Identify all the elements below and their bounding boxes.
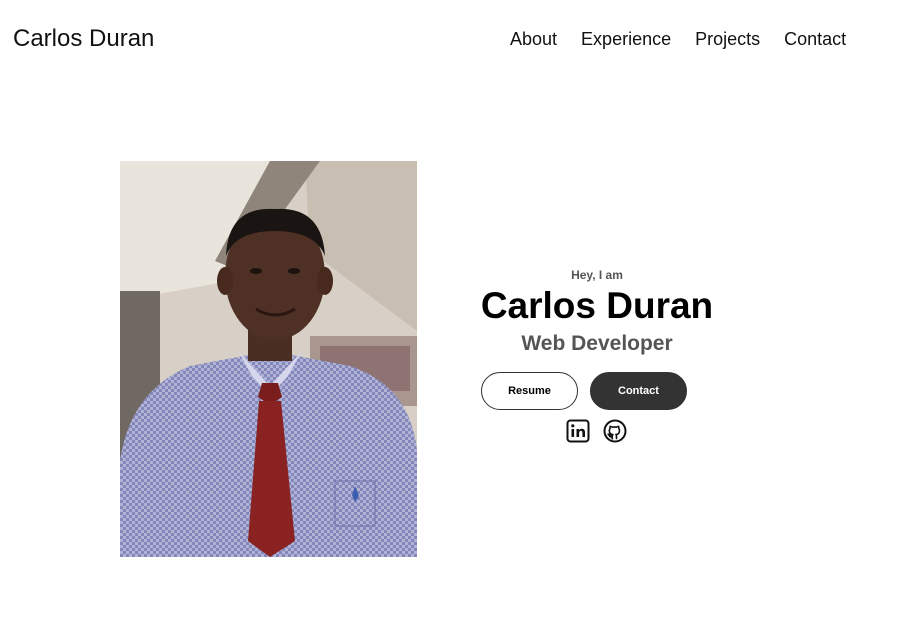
nav-menu: About Experience Projects Contact xyxy=(510,27,846,51)
site-logo[interactable]: Carlos Duran xyxy=(13,24,154,54)
profile-actions: Resume Contact xyxy=(481,372,687,410)
profile-intro: Hey, I am Carlos Duran Web Developer xyxy=(470,266,724,358)
nav-link-about[interactable]: About xyxy=(510,27,557,51)
resume-button[interactable]: Resume xyxy=(481,372,578,410)
nav-item: Contact xyxy=(784,27,846,51)
profile-photo-illustration xyxy=(120,161,417,557)
linkedin-link[interactable] xyxy=(566,419,590,443)
nav-link-contact[interactable]: Contact xyxy=(784,27,846,51)
profile-photo xyxy=(120,161,417,557)
nav-item: About xyxy=(510,27,581,51)
nav-link-projects[interactable]: Projects xyxy=(695,27,760,51)
profile-name: Carlos Duran xyxy=(480,285,714,326)
linkedin-icon xyxy=(566,419,590,443)
nav-item: Experience xyxy=(581,27,695,51)
nav-link-experience[interactable]: Experience xyxy=(581,27,671,51)
greeting-text: Hey, I am xyxy=(571,268,623,282)
github-link[interactable] xyxy=(603,419,627,443)
nav-item: Projects xyxy=(695,27,784,51)
github-icon xyxy=(603,419,627,443)
social-links xyxy=(566,419,627,443)
profile-title: Web Developer xyxy=(521,332,673,355)
contact-button[interactable]: Contact xyxy=(590,372,687,410)
site-header: Carlos Duran About Experience Projects C… xyxy=(0,0,900,78)
